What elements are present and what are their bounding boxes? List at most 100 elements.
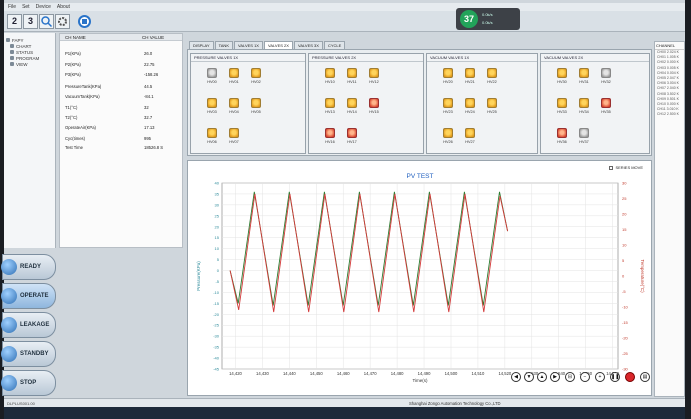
- x-tick-label: 14,430: [256, 371, 269, 376]
- valve-toggle[interactable]: HV17: [341, 128, 363, 144]
- valve-toggle[interactable]: HV15: [363, 98, 385, 114]
- tab-valves-3x[interactable]: VALVES 3X: [293, 41, 323, 49]
- valve-toggle[interactable]: HV34: [573, 98, 595, 114]
- valve-toggle[interactable]: HV23: [437, 98, 459, 114]
- menu-device[interactable]: Device: [36, 4, 51, 10]
- valve-toggle[interactable]: HV11: [341, 68, 363, 84]
- valve-toggle[interactable]: HV21: [459, 68, 481, 84]
- valve-bulb-icon: [579, 68, 589, 78]
- valve-toggle[interactable]: HV00: [201, 68, 223, 84]
- valve-label: HV23: [443, 110, 453, 114]
- status-row-label: VacuumTank(KPa): [65, 94, 100, 99]
- valve-toggle[interactable]: HV26: [437, 128, 459, 144]
- valve-bulb-icon: [465, 128, 475, 138]
- valve-toggle[interactable]: HV33: [551, 98, 573, 114]
- valve-toggle[interactable]: HV12: [363, 68, 385, 84]
- valve-toggle[interactable]: HV37: [573, 128, 595, 144]
- status-row-value: 995: [144, 136, 151, 141]
- valve-toggle[interactable]: HV16: [319, 128, 341, 144]
- valve-toggle[interactable]: HV22: [481, 68, 503, 84]
- valve-toggle[interactable]: HV13: [319, 98, 341, 114]
- tab-display[interactable]: DISPLAY: [189, 41, 214, 49]
- stop-button[interactable]: STOP: [1, 370, 56, 396]
- arrow-up-icon[interactable]: ▲: [537, 372, 547, 382]
- y2-tick-label: 5: [622, 258, 625, 263]
- valve-toggle[interactable]: HV06: [201, 128, 223, 144]
- valve-toggle[interactable]: HV07: [223, 128, 245, 144]
- gear-icon[interactable]: [55, 14, 70, 29]
- leakage-button[interactable]: LEAKAGE: [1, 312, 56, 338]
- valve-label: HV13: [325, 110, 335, 114]
- valve-bulb-icon: [207, 98, 217, 108]
- valve-label: HV31: [579, 80, 589, 84]
- valve-toggle[interactable]: HV25: [481, 98, 503, 114]
- valve-label: HV06: [207, 140, 217, 144]
- status-row: Test Time 18526.8 S: [65, 145, 183, 150]
- valve-bulb-icon: [207, 128, 217, 138]
- valve-bulb-icon: [229, 128, 239, 138]
- series-move-checkbox[interactable]: SERIES MOVE: [609, 165, 643, 170]
- valve-toggle[interactable]: HV05: [245, 98, 267, 114]
- status-row-label: T1(°C): [65, 105, 78, 110]
- menu-set[interactable]: Set: [22, 4, 30, 10]
- tab-valves-1x[interactable]: VALVES 1X: [233, 41, 263, 49]
- valve-toggle[interactable]: HV02: [245, 68, 267, 84]
- menu-about[interactable]: About: [57, 4, 70, 10]
- valve-toggle[interactable]: HV35: [595, 98, 617, 114]
- x-tick-label: 14,460: [337, 371, 350, 376]
- print-icon[interactable]: ▤: [640, 372, 650, 382]
- nav-item-view[interactable]: VIEW: [6, 61, 53, 67]
- status-row-label: P3(KPa): [65, 72, 81, 77]
- tab-tank[interactable]: TANK: [214, 41, 233, 49]
- arrow-right-icon[interactable]: ▶: [550, 372, 560, 382]
- valve-label: HV27: [465, 140, 475, 144]
- y2-axis-label: Temperature(°C): [640, 259, 645, 293]
- standby-button[interactable]: STANDBY: [1, 341, 56, 367]
- y-tick-label: -5: [215, 279, 219, 284]
- y-tick-label: 30: [215, 202, 220, 207]
- status-table-header: CH NAME CH VALUE: [60, 34, 182, 41]
- pv-chart: -45 -40 -35 -30 -25 -20 -15 -10 -5 0 5 10 15 20 25 30 35…: [196, 173, 645, 383]
- valve-toggle[interactable]: HV27: [459, 128, 481, 144]
- tab-valves-2x[interactable]: VALVES 2X: [263, 41, 293, 49]
- valve-toggle[interactable]: HV32: [595, 68, 617, 84]
- chart-icon: [10, 44, 14, 48]
- pause-icon[interactable]: ❚❚: [610, 372, 620, 382]
- valve-toggle[interactable]: HV03: [201, 98, 223, 114]
- valve-toggle[interactable]: HV31: [573, 68, 595, 84]
- status-row: VacuumTank(KPa) -84.1: [65, 94, 183, 99]
- valve-toggle[interactable]: HV01: [223, 68, 245, 84]
- valve-toggle[interactable]: HV10: [319, 68, 341, 84]
- zoom-out-icon[interactable]: −: [580, 372, 590, 382]
- valve-toggle[interactable]: HV04: [223, 98, 245, 114]
- valve-toggle[interactable]: HV14: [341, 98, 363, 114]
- zoom-in-icon[interactable]: +: [595, 372, 605, 382]
- valve-label: HV30: [557, 80, 567, 84]
- toolbar-button-3[interactable]: 3: [23, 14, 38, 29]
- valve-toggle[interactable]: HV20: [437, 68, 459, 84]
- valve-bulb-icon: [557, 68, 567, 78]
- zoom-fit-icon[interactable]: ⊟: [565, 372, 575, 382]
- valve-bulb-icon: [207, 68, 217, 78]
- ready-button[interactable]: READY: [1, 254, 56, 280]
- toolbar-button-2[interactable]: 2: [7, 14, 22, 29]
- view-icon: [10, 62, 14, 66]
- valve-bulb-icon: [579, 98, 589, 108]
- stop-record-icon[interactable]: [78, 15, 91, 28]
- valve-bulb-icon: [487, 98, 497, 108]
- status-row-value: 44.5: [144, 84, 153, 89]
- tab-cycle[interactable]: CYCLE: [323, 41, 346, 49]
- menu-bar: File Set Device About: [4, 3, 685, 11]
- operate-button[interactable]: OPERATE: [1, 283, 56, 309]
- valve-label: HV34: [579, 110, 589, 114]
- arrow-left-icon[interactable]: ◀: [511, 372, 521, 382]
- menu-file[interactable]: File: [8, 4, 16, 10]
- valve-toggle[interactable]: HV36: [551, 128, 573, 144]
- record-icon[interactable]: [625, 372, 635, 382]
- y2-tick-label: -10: [622, 305, 629, 310]
- valve-group: PRESSURE VALVES 1X HV00 HV01 HV02 HV03 HV04 HV…: [190, 53, 306, 154]
- search-icon[interactable]: [39, 14, 54, 29]
- valve-toggle[interactable]: HV24: [459, 98, 481, 114]
- arrow-down-icon[interactable]: ▼: [524, 372, 534, 382]
- valve-toggle[interactable]: HV30: [551, 68, 573, 84]
